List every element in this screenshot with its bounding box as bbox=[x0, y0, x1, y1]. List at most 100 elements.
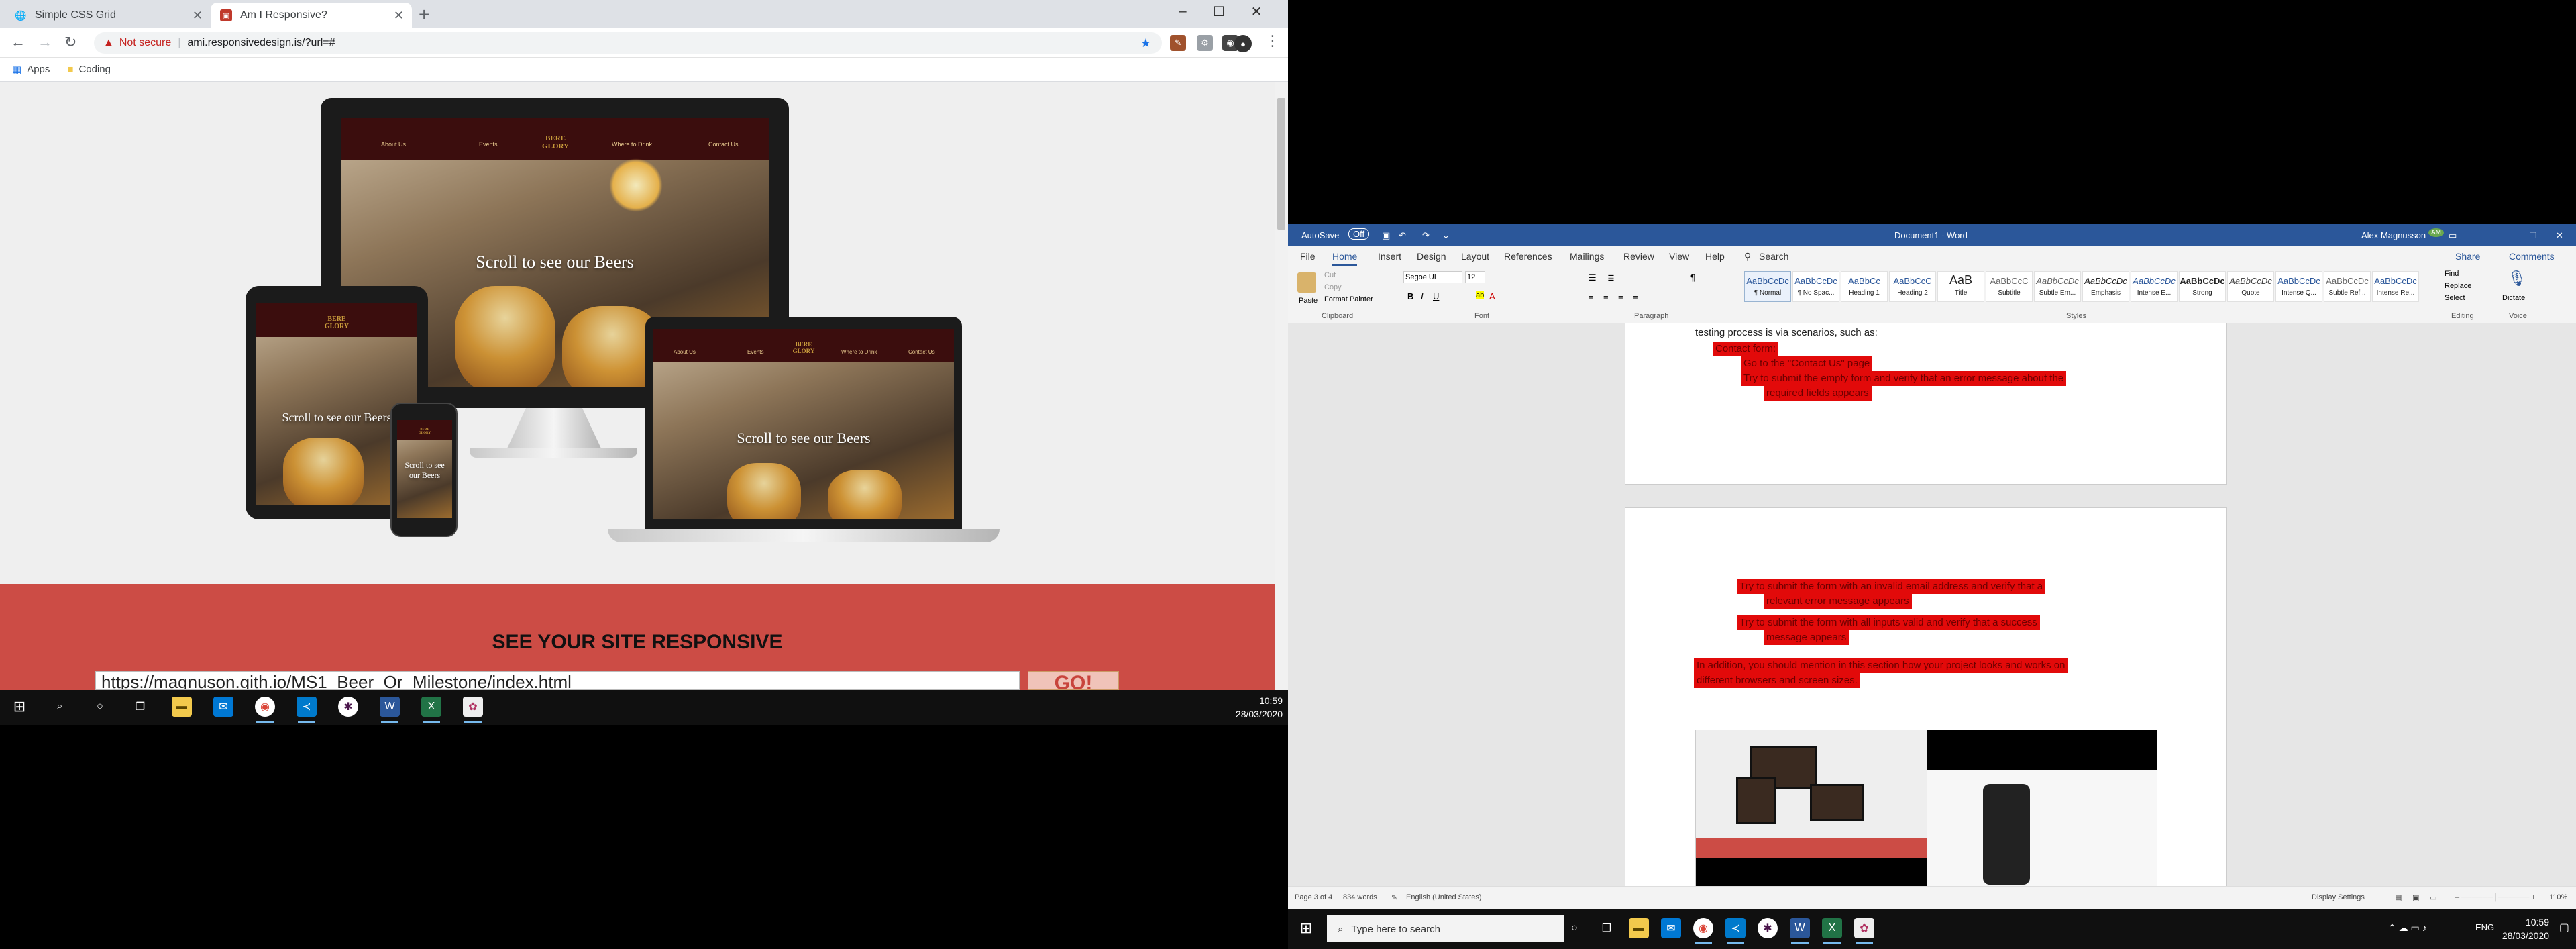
cortana-icon[interactable]: ○ bbox=[90, 697, 110, 717]
tab-design[interactable]: Design bbox=[1417, 251, 1446, 262]
page-count[interactable]: Page 3 of 4 bbox=[1295, 893, 1332, 901]
ribbon-display-icon[interactable]: ▭ bbox=[2449, 230, 2457, 241]
forward-icon[interactable]: → bbox=[38, 34, 52, 51]
font-name-select[interactable]: Segoe UI bbox=[1403, 271, 1462, 283]
user-name[interactable]: Alex Magnusson bbox=[2361, 230, 2426, 240]
tab-mailings[interactable]: Mailings bbox=[1570, 251, 1604, 262]
ribbon-search[interactable]: Search bbox=[1759, 251, 1788, 262]
chrome-icon[interactable]: ◉ bbox=[255, 697, 275, 723]
word-count[interactable]: 834 words bbox=[1343, 893, 1377, 901]
search-icon[interactable]: ⌕ bbox=[50, 697, 70, 717]
style-heading-1[interactable]: AaBbCc Heading 1 bbox=[1841, 271, 1888, 302]
display-settings-button[interactable]: Display Settings bbox=[2312, 893, 2365, 901]
tab-file[interactable]: File bbox=[1300, 251, 1316, 262]
save-icon[interactable]: ▣ bbox=[1382, 230, 1390, 241]
slack-icon[interactable]: ✱ bbox=[1758, 918, 1778, 938]
format-painter-button[interactable]: Format Painter bbox=[1324, 295, 1373, 303]
underline-button[interactable]: U bbox=[1433, 291, 1439, 301]
file-explorer-icon[interactable]: ▬ bbox=[172, 697, 192, 717]
chrome-icon[interactable]: ◉ bbox=[1693, 918, 1713, 944]
page-scrollbar[interactable] bbox=[1275, 82, 1288, 690]
style-quote[interactable]: AaBbCcDc Quote bbox=[2227, 271, 2274, 302]
bold-button[interactable]: B bbox=[1407, 291, 1413, 301]
find-button[interactable]: Find bbox=[2445, 270, 2459, 278]
customize-toolbar-icon[interactable]: ⌄ bbox=[1442, 230, 1450, 241]
embedded-screenshot[interactable] bbox=[1695, 730, 2157, 886]
windows-start-icon[interactable]: ⊞ bbox=[1296, 918, 1316, 938]
undo-icon[interactable]: ↶ bbox=[1399, 230, 1406, 241]
minimize-button[interactable]: – bbox=[1165, 0, 1201, 23]
language-indicator[interactable]: ENG bbox=[2475, 922, 2494, 932]
redo-icon[interactable]: ↷ bbox=[1422, 230, 1430, 241]
style-intense-emphasis[interactable]: AaBbCcDc Intense E... bbox=[2131, 271, 2178, 302]
slack-icon[interactable]: ✱ bbox=[338, 697, 358, 717]
windows-start-icon[interactable]: ⊞ bbox=[9, 697, 30, 717]
read-mode-icon[interactable]: ▤ bbox=[2395, 893, 2402, 902]
font-size-select[interactable]: 12 bbox=[1465, 271, 1485, 283]
notifications-icon[interactable]: ▢ bbox=[2559, 921, 2569, 934]
system-tray-icons[interactable]: ⌃ ☁ ▭ ♪ bbox=[2388, 922, 2427, 934]
select-button[interactable]: Select bbox=[2445, 294, 2465, 302]
style-heading-2[interactable]: AaBbCcC Heading 2 bbox=[1889, 271, 1936, 302]
word-icon[interactable]: W bbox=[1790, 918, 1810, 944]
task-view-icon[interactable]: ❐ bbox=[1597, 918, 1617, 938]
print-layout-icon[interactable]: ▣ bbox=[2412, 893, 2419, 902]
task-view-icon[interactable]: ❐ bbox=[130, 697, 150, 717]
scrollbar-thumb[interactable] bbox=[1277, 98, 1285, 230]
vscode-icon[interactable]: ≺ bbox=[297, 697, 317, 723]
style-subtitle[interactable]: AaBbCcC Subtitle bbox=[1986, 271, 2033, 302]
cortana-icon[interactable]: ○ bbox=[1564, 918, 1585, 938]
word-icon[interactable]: W bbox=[380, 697, 400, 723]
maximize-button[interactable]: ☐ bbox=[2529, 230, 2537, 241]
taskbar-search-box[interactable]: ⌕ Type here to search bbox=[1327, 915, 1564, 942]
document-page[interactable]: testing process is via scenarios, such a… bbox=[1625, 323, 2227, 485]
tab-review[interactable]: Review bbox=[1623, 251, 1654, 262]
close-window-button[interactable]: ✕ bbox=[2556, 230, 2563, 241]
zoom-level[interactable]: 110% bbox=[2549, 893, 2567, 901]
taskbar-clock[interactable]: 10:59 28/03/2020 bbox=[1236, 694, 1283, 721]
paste-button[interactable]: Paste bbox=[1299, 297, 1318, 305]
bookmark-star-icon[interactable]: ★ bbox=[1140, 36, 1151, 50]
address-bar[interactable]: ▲ Not secure | ami.responsivedesign.is/?… bbox=[94, 32, 1162, 54]
tab-layout[interactable]: Layout bbox=[1461, 251, 1489, 262]
numbering-icon[interactable]: ≣ bbox=[1607, 272, 1615, 283]
align-left-icon[interactable]: ≡ bbox=[1589, 291, 1594, 301]
highlight-button[interactable]: ab bbox=[1476, 291, 1485, 299]
style-title[interactable]: AaB Title bbox=[1937, 271, 1984, 302]
bookmark-coding[interactable]: ■ Coding bbox=[67, 64, 111, 75]
copy-button[interactable]: Copy bbox=[1324, 283, 1342, 291]
go-button[interactable]: GO! bbox=[1028, 671, 1119, 690]
style-normal[interactable]: AaBbCcDc ¶ Normal bbox=[1744, 271, 1791, 302]
tab-home[interactable]: Home bbox=[1332, 251, 1358, 266]
replace-button[interactable]: Replace bbox=[2445, 282, 2471, 290]
show-marks-icon[interactable]: ¶ bbox=[1690, 272, 1695, 283]
style-strong[interactable]: AaBbCcDc Strong bbox=[2179, 271, 2226, 302]
close-tab-icon[interactable]: ✕ bbox=[394, 9, 404, 23]
excel-icon[interactable]: X bbox=[1822, 918, 1842, 944]
proofing-icon[interactable]: ✎ bbox=[1391, 893, 1397, 902]
dictate-button[interactable]: Dictate bbox=[2502, 294, 2525, 302]
cut-button[interactable]: Cut bbox=[1324, 271, 1336, 279]
maximize-button[interactable]: ☐ bbox=[1201, 0, 1237, 23]
share-button[interactable]: Share bbox=[2455, 251, 2480, 262]
file-explorer-icon[interactable]: ▬ bbox=[1629, 918, 1649, 938]
vscode-icon[interactable]: ≺ bbox=[1725, 918, 1746, 944]
user-avatar[interactable]: AM bbox=[2428, 228, 2444, 237]
style-intense-reference[interactable]: AaBbCcDc Intense Re... bbox=[2372, 271, 2419, 302]
style-subtle-reference[interactable]: AaBbCcDc Subtle Ref... bbox=[2324, 271, 2371, 302]
reload-icon[interactable]: ↻ bbox=[64, 34, 76, 51]
extension-gear-icon[interactable]: ⚙ bbox=[1197, 35, 1213, 51]
back-icon[interactable]: ← bbox=[11, 34, 25, 51]
paint-icon[interactable]: ✿ bbox=[1854, 918, 1874, 944]
tab-insert[interactable]: Insert bbox=[1378, 251, 1401, 262]
mail-icon[interactable]: ✉ bbox=[213, 697, 233, 717]
microphone-icon[interactable]: 🎙 bbox=[2508, 270, 2526, 287]
close-tab-icon[interactable]: ✕ bbox=[193, 9, 203, 23]
style-subtle-emphasis[interactable]: AaBbCcDc Subtle Em... bbox=[2034, 271, 2081, 302]
new-tab-button[interactable]: + bbox=[419, 5, 429, 24]
style-intense-quote[interactable]: AaBbCcDc Intense Q... bbox=[2275, 271, 2322, 302]
language-status[interactable]: English (United States) bbox=[1406, 893, 1482, 901]
paste-icon[interactable] bbox=[1297, 272, 1316, 293]
taskbar-clock[interactable]: 10:59 28/03/2020 bbox=[2502, 915, 2549, 942]
extension-icon[interactable]: ✎ bbox=[1170, 35, 1186, 51]
